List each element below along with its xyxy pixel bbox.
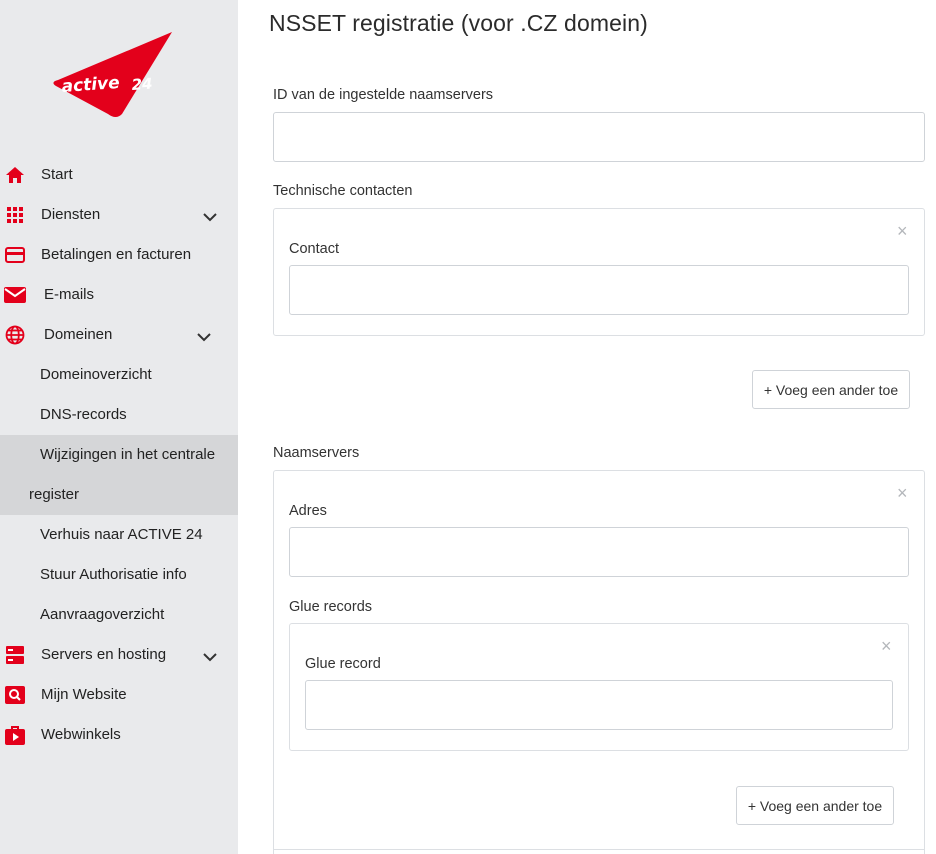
glue-record-label: Glue record — [305, 656, 381, 672]
glue-records-label: Glue records — [289, 599, 373, 615]
nav-item-label: Mijn Website — [41, 686, 127, 703]
nameservers-label: Naamservers — [273, 445, 360, 461]
subnav-item-label: Wijzigingen in het centrale — [40, 446, 216, 463]
nav-item-label: Servers en hosting — [41, 646, 167, 663]
nav-item-label: Webwinkels — [41, 726, 121, 743]
nav-item-payments[interactable]: Betalingen en facturen — [0, 235, 238, 275]
nav-item-label: Diensten — [41, 206, 101, 223]
subnav-item-label: Verhuis naar ACTIVE 24 — [40, 526, 203, 543]
chevron-down-icon[interactable] — [197, 329, 211, 342]
nav-item-label: Start — [41, 166, 73, 183]
sidebar: active 24 Start Diensten Betalingen en f… — [0, 0, 238, 854]
main-nav: Start Diensten Betalingen en facturen E-… — [0, 155, 238, 755]
subnav-item-label: Stuur Authorisatie info — [40, 566, 187, 583]
nav-item-servers[interactable]: Servers en hosting — [0, 635, 238, 675]
nav-item-domeinen[interactable]: Domeinen — [0, 315, 238, 355]
nameserver-panel: × Adres Glue records × Glue record + Voe… — [273, 470, 925, 854]
active24-logo[interactable]: active 24 — [50, 28, 180, 118]
server-icon — [4, 645, 26, 665]
subnav-item-domain-overview[interactable]: Domeinoverzicht — [0, 355, 238, 395]
subnav-item-transfer[interactable]: Verhuis naar ACTIVE 24 — [0, 515, 238, 555]
glue-record-panel: × Glue record — [289, 623, 909, 751]
globe-icon — [4, 325, 26, 345]
contact-label: Contact — [289, 241, 339, 257]
contact-input[interactable] — [289, 265, 909, 315]
nav-item-label: Domeinen — [44, 326, 113, 343]
nav-item-emails[interactable]: E-mails — [0, 275, 238, 315]
subnav-item-request-overview[interactable]: Aanvraagoverzicht — [0, 595, 238, 635]
subnav-item-label: Domeinoverzicht — [40, 366, 152, 383]
nav-item-start[interactable]: Start — [0, 155, 238, 195]
add-glue-record-button[interactable]: + Voeg een ander toe — [736, 786, 894, 825]
remove-nameserver-close-icon[interactable]: × — [897, 484, 908, 502]
nav-item-label: E-mails — [44, 286, 95, 303]
address-label: Adres — [289, 503, 327, 519]
nsset-id-input[interactable] — [273, 112, 925, 162]
nav-item-diensten[interactable]: Diensten — [0, 195, 238, 235]
remove-contact-close-icon[interactable]: × — [897, 222, 908, 240]
grid-icon — [4, 205, 26, 225]
remove-glue-record-close-icon[interactable]: × — [881, 637, 892, 655]
nav-item-label: Betalingen en facturen — [41, 246, 192, 263]
nsset-id-label: ID van de ingestelde naamservers — [273, 87, 494, 103]
tech-contacts-label: Technische contacten — [273, 183, 413, 199]
chevron-down-icon[interactable] — [203, 209, 217, 222]
credit-card-icon — [4, 245, 26, 265]
nav-item-my-website[interactable]: Mijn Website — [0, 675, 238, 715]
subnav-item-label: DNS-records — [40, 406, 127, 423]
mail-icon — [4, 285, 26, 305]
svg-text:active: active — [61, 73, 120, 97]
section-divider — [274, 849, 924, 850]
subnav-item-registry-changes[interactable]: Wijzigingen in het centrale register — [0, 435, 238, 515]
subnav-item-auth-info[interactable]: Stuur Authorisatie info — [0, 555, 238, 595]
chevron-down-icon[interactable] — [203, 649, 217, 662]
website-search-icon — [4, 685, 26, 705]
nav-item-webshops[interactable]: Webwinkels — [0, 715, 238, 755]
subnav-item-dns-records[interactable]: DNS-records — [0, 395, 238, 435]
shop-bag-icon — [4, 725, 26, 745]
home-icon — [4, 165, 26, 185]
tech-contact-panel: × Contact — [273, 208, 925, 336]
address-input[interactable] — [289, 527, 909, 577]
add-contact-button[interactable]: + Voeg een ander toe — [752, 370, 910, 409]
glue-record-input[interactable] — [305, 680, 893, 730]
page-title: NSSET registratie (voor .CZ domein) — [269, 10, 648, 36]
svg-text:24: 24 — [131, 75, 153, 94]
subnav-item-label-continued: register — [29, 486, 80, 503]
subnav-item-label: Aanvraagoverzicht — [40, 606, 165, 623]
